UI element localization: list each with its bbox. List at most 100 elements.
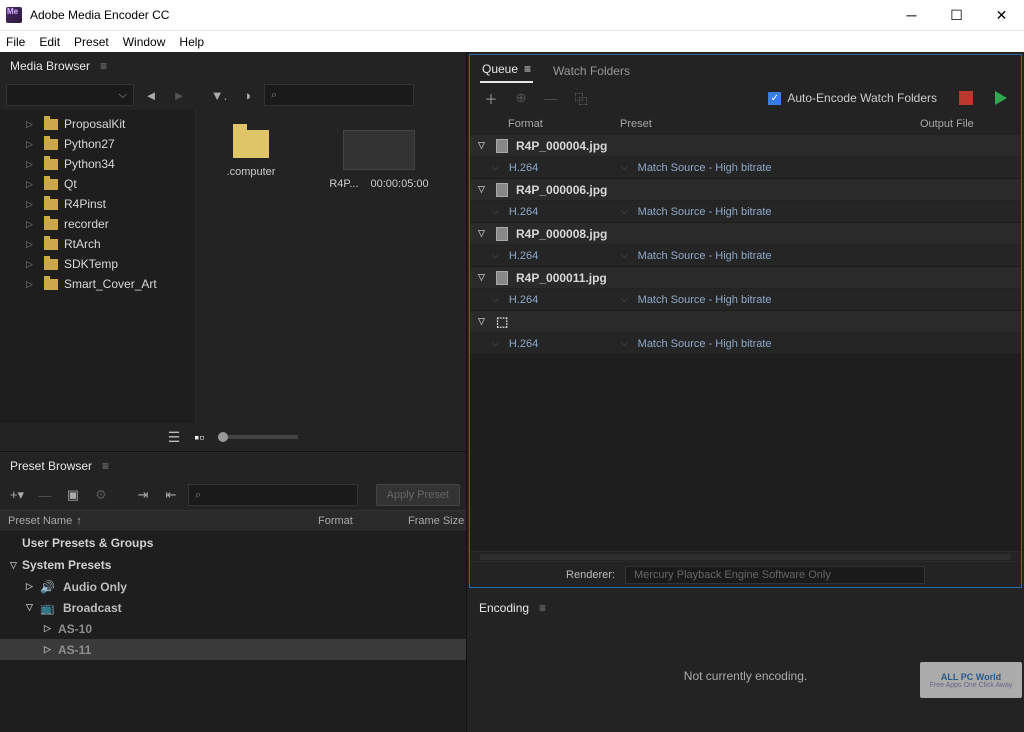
add-source-icon[interactable]: ＋: [480, 87, 502, 109]
nav-forward-icon[interactable]: ►: [168, 84, 190, 106]
tree-folder[interactable]: ▷Python34: [0, 154, 195, 174]
tree-folder[interactable]: ▷ProposalKit: [0, 114, 195, 134]
renderer-dropdown[interactable]: Mercury Playback Engine Software Only: [625, 566, 925, 584]
queue-item[interactable]: ▽R4P_000006.jpg⌵H.264⌵Match Source - Hig…: [470, 179, 1021, 223]
auto-encode-checkbox[interactable]: ✓ Auto-Encode Watch Folders: [768, 91, 937, 105]
queue-item[interactable]: ▽R4P_000011.jpg⌵H.264⌵Match Source - Hig…: [470, 267, 1021, 311]
preset-list[interactable]: User Presets & Groups ▽System Presets ▷🔊…: [0, 532, 466, 732]
queue-format[interactable]: H.264: [509, 162, 619, 174]
panel-menu-icon[interactable]: ≡: [100, 59, 107, 73]
window-minimize-button[interactable]: ─: [889, 0, 934, 30]
queue-item[interactable]: ▽⬚⌵H.264⌵Match Source - High bitrate: [470, 311, 1021, 355]
menu-help[interactable]: Help: [179, 35, 204, 49]
tree-folder[interactable]: ▷SDKTemp: [0, 254, 195, 274]
queue-preset[interactable]: Match Source - High bitrate: [638, 338, 772, 350]
queue-format[interactable]: H.264: [509, 338, 619, 350]
group-system-presets[interactable]: ▽System Presets: [0, 554, 466, 576]
thumb-duration: 00:00:05:00: [371, 178, 429, 190]
remove-icon[interactable]: —: [540, 87, 562, 109]
nav-back-icon[interactable]: ◄: [140, 84, 162, 106]
dropdown-icon[interactable]: ⌵: [492, 294, 499, 305]
tree-folder[interactable]: ▷recorder: [0, 214, 195, 234]
preset-as10[interactable]: ▷AS-10: [0, 618, 466, 639]
dropdown-icon[interactable]: ⌵: [621, 338, 628, 349]
menu-window[interactable]: Window: [123, 35, 166, 49]
col-format[interactable]: Format: [318, 515, 398, 527]
filter-icon[interactable]: ▼.: [208, 84, 230, 106]
dropdown-icon[interactable]: ⌵: [492, 206, 499, 217]
thumbnail-area[interactable]: .computer R4P... 00:00:05:00: [196, 110, 466, 423]
queue-preset[interactable]: Match Source - High bitrate: [638, 250, 772, 262]
menu-preset[interactable]: Preset: [74, 35, 109, 49]
chevron-down-icon: ▽: [478, 228, 488, 239]
queue-preset[interactable]: Match Source - High bitrate: [638, 162, 772, 174]
dropdown-icon[interactable]: ⌵: [621, 294, 628, 305]
queue-format[interactable]: H.264: [509, 206, 619, 218]
media-search-input[interactable]: ⌕: [264, 84, 414, 106]
duplicate-icon[interactable]: ⿻: [570, 87, 592, 109]
settings-icon[interactable]: ⚙: [90, 484, 112, 506]
queue-preset[interactable]: Match Source - High bitrate: [638, 206, 772, 218]
queue-format[interactable]: H.264: [509, 294, 619, 306]
queue-item[interactable]: ▽R4P_000008.jpg⌵H.264⌵Match Source - Hig…: [470, 223, 1021, 267]
start-queue-button[interactable]: [995, 91, 1007, 105]
tab-watch-folders[interactable]: Watch Folders: [551, 59, 632, 83]
folder-icon: [44, 179, 58, 190]
list-view-icon[interactable]: ☰: [168, 429, 181, 446]
group-user-presets[interactable]: User Presets & Groups: [0, 532, 466, 554]
queue-format[interactable]: H.264: [509, 250, 619, 262]
source-file-icon: [496, 139, 508, 153]
panel-menu-icon[interactable]: ≡: [102, 459, 109, 473]
queue-item[interactable]: ▽R4P_000004.jpg⌵H.264⌵Match Source - Hig…: [470, 135, 1021, 179]
col-format[interactable]: Format: [508, 118, 620, 130]
tree-folder[interactable]: ▷Smart_Cover_Art: [0, 274, 195, 294]
zoom-slider[interactable]: [218, 435, 298, 439]
dropdown-icon[interactable]: ⌵: [492, 250, 499, 261]
thumb-computer[interactable]: .computer: [206, 130, 296, 178]
dropdown-icon[interactable]: ⌵: [492, 338, 499, 349]
tree-folder[interactable]: ▷RtArch: [0, 234, 195, 254]
remove-preset-icon[interactable]: —: [34, 484, 56, 506]
tree-folder[interactable]: ▷Python27: [0, 134, 195, 154]
new-group-icon[interactable]: ▣: [62, 484, 84, 506]
folder-icon: [44, 119, 58, 130]
panel-menu-icon[interactable]: ≡: [524, 62, 531, 76]
thumb-clip[interactable]: R4P... 00:00:05:00: [324, 130, 434, 190]
folder-label: RtArch: [64, 237, 101, 251]
group-broadcast[interactable]: ▽📺Broadcast: [0, 597, 466, 618]
dropdown-icon[interactable]: ⌵: [492, 162, 499, 173]
col-preset[interactable]: Preset: [620, 118, 920, 130]
chevron-down-icon: ▽: [478, 184, 488, 195]
tab-queue[interactable]: Queue ≡: [480, 57, 533, 83]
tree-folder[interactable]: ▷Qt: [0, 174, 195, 194]
add-preset-icon[interactable]: +▾: [6, 484, 28, 506]
window-close-button[interactable]: ✕: [979, 0, 1024, 30]
window-maximize-button[interactable]: ☐: [934, 0, 979, 30]
import-icon[interactable]: ⇥: [132, 484, 154, 506]
preset-as11[interactable]: ▷AS-11: [0, 639, 466, 660]
path-dropdown[interactable]: ⌵: [6, 84, 134, 106]
export-icon[interactable]: ⇤: [160, 484, 182, 506]
apply-preset-button[interactable]: Apply Preset: [376, 484, 460, 506]
panel-menu-icon[interactable]: ≡: [539, 601, 546, 615]
app-logo-icon: [6, 7, 22, 23]
preset-search-input[interactable]: ⌕: [188, 484, 358, 506]
encoding-title: Encoding: [479, 601, 529, 615]
ingest-icon[interactable]: ◑: [236, 84, 258, 106]
dropdown-icon[interactable]: ⌵: [621, 162, 628, 173]
group-audio-only[interactable]: ▷🔊Audio Only: [0, 576, 466, 597]
stop-button[interactable]: [959, 91, 973, 105]
folder-tree[interactable]: ▷ProposalKit▷Python27▷Python34▷Qt▷R4Pins…: [0, 110, 196, 423]
h-scrollbar[interactable]: [480, 554, 1011, 560]
dropdown-icon[interactable]: ⌵: [621, 206, 628, 217]
dropdown-icon[interactable]: ⌵: [621, 250, 628, 261]
col-output[interactable]: Output File: [920, 118, 1001, 130]
col-preset-name[interactable]: Preset Name: [8, 515, 72, 527]
menu-file[interactable]: File: [6, 35, 25, 49]
menu-edit[interactable]: Edit: [39, 35, 60, 49]
queue-preset[interactable]: Match Source - High bitrate: [638, 294, 772, 306]
thumb-view-icon[interactable]: ▪▫: [194, 429, 204, 445]
queue-list[interactable]: ▽R4P_000004.jpg⌵H.264⌵Match Source - Hig…: [470, 135, 1021, 551]
tree-folder[interactable]: ▷R4Pinst: [0, 194, 195, 214]
add-output-icon[interactable]: ⊕: [510, 87, 532, 109]
